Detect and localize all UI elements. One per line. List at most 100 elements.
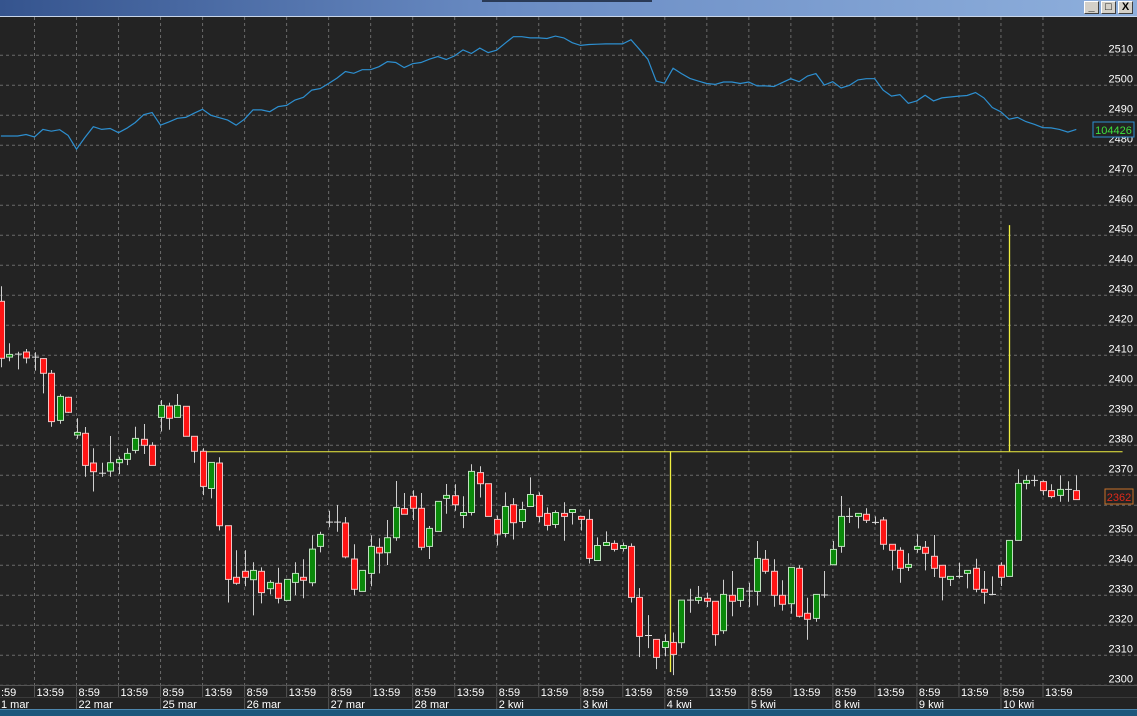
- candle: [326, 510, 333, 528]
- candle-body-down: [351, 558, 358, 590]
- candle: [48, 370, 55, 427]
- candle-body-up: [208, 461, 215, 489]
- time-tick-label: 8:59: [331, 687, 352, 699]
- candle-body-down: [141, 438, 148, 446]
- candle-body-up: [317, 533, 324, 547]
- time-tick-label: 13:59: [709, 687, 737, 699]
- candle: [317, 531, 324, 553]
- candle-body-up: [6, 353, 13, 358]
- candle: [771, 559, 778, 607]
- candle-body-up: [57, 395, 64, 421]
- candle-body-up: [124, 452, 131, 460]
- candle: [502, 492, 509, 538]
- candle-body-up: [250, 569, 257, 581]
- candle-body-down: [258, 570, 265, 594]
- candle: [485, 483, 492, 517]
- candle: [141, 424, 148, 454]
- candle: [687, 588, 694, 613]
- candle: [804, 597, 811, 640]
- candle: [216, 457, 223, 531]
- candle-body-down: [40, 358, 47, 374]
- candle: [855, 512, 862, 529]
- time-tick-label: 8:59: [583, 687, 604, 699]
- candle-body-up: [964, 569, 971, 574]
- time-tick-label: 13:59: [373, 687, 401, 699]
- candle-body-up: [527, 494, 534, 507]
- candle: [931, 535, 938, 577]
- candle: [813, 593, 820, 622]
- candlestick-chart[interactable]: 2300231023202330234023502360237023802390…: [0, 0, 1137, 715]
- candle: [662, 634, 669, 657]
- candle: [174, 394, 181, 418]
- candle-body-up: [502, 506, 509, 534]
- minimize-button[interactable]: _: [1084, 1, 1099, 14]
- candle: [678, 599, 685, 649]
- candle-body-up: [158, 404, 165, 418]
- candle: [443, 484, 450, 514]
- candle: [1057, 475, 1064, 502]
- candle: [1048, 484, 1055, 499]
- time-tick-label: 13:59: [289, 687, 317, 699]
- time-tick-label: 13:59: [625, 687, 653, 699]
- candle-body-down: [0, 300, 5, 359]
- candle: [460, 496, 467, 529]
- candle-body-up: [830, 548, 837, 566]
- maximize-button[interactable]: □: [1101, 1, 1116, 14]
- candle: [149, 442, 156, 466]
- candle-body-up: [720, 593, 727, 632]
- candle: [158, 400, 165, 432]
- candle-body-down: [510, 504, 517, 524]
- candle-body-down: [796, 567, 803, 617]
- candle-body-down: [200, 450, 207, 487]
- candle: [1031, 475, 1038, 487]
- candle: [200, 448, 207, 496]
- close-button[interactable]: X: [1118, 1, 1133, 14]
- time-tick-label: 8:59: [1003, 687, 1024, 699]
- drawn-lines[interactable]: [200, 225, 1123, 673]
- candle: [620, 542, 627, 552]
- candle: [292, 562, 299, 596]
- candle: [897, 547, 904, 583]
- candle: [973, 558, 980, 593]
- time-tick-label: 8:59: [835, 687, 856, 699]
- candle: [0, 286, 5, 368]
- candle-body-down: [636, 596, 643, 637]
- candle: [452, 484, 459, 511]
- candle: [468, 464, 475, 516]
- candle-body-down: [586, 518, 593, 559]
- title-drag-handle[interactable]: [482, 0, 652, 2]
- candle: [586, 509, 593, 564]
- candle: [737, 587, 744, 607]
- candle: [418, 493, 425, 551]
- candle-body-up: [393, 506, 400, 539]
- candle: [233, 550, 240, 585]
- candle: [720, 579, 727, 634]
- time-tick-label: 13:59: [793, 687, 821, 699]
- candle: [494, 515, 501, 546]
- time-tick-label: 8:59: [667, 687, 688, 699]
- candle: [922, 541, 929, 571]
- candle-body-down: [216, 462, 223, 527]
- price-tick-label: 2460: [1109, 193, 1133, 205]
- window-title-bar[interactable]: _ □ X: [0, 0, 1137, 17]
- candle-body-up: [754, 557, 761, 592]
- time-tick-label: 8:59: [499, 687, 520, 699]
- candle-body-down: [670, 641, 677, 655]
- candle-body-down: [653, 638, 660, 658]
- candle-body-down: [300, 576, 307, 581]
- candle: [1040, 480, 1047, 496]
- candle-body-down: [48, 372, 55, 423]
- candle-body-down: [82, 432, 89, 466]
- candle: [132, 426, 139, 454]
- time-tick-label: 13:59: [121, 687, 149, 699]
- candle: [754, 541, 761, 606]
- candle-body-down: [578, 515, 585, 520]
- candle-body-up: [435, 500, 442, 532]
- candle-body-up: [838, 515, 845, 547]
- candle-body-up: [813, 593, 820, 619]
- time-tick-label: 13:59: [541, 687, 569, 699]
- candle: [838, 496, 845, 553]
- candle-body-up: [460, 512, 467, 516]
- candle-body-down: [166, 405, 173, 419]
- candle: [1015, 469, 1022, 541]
